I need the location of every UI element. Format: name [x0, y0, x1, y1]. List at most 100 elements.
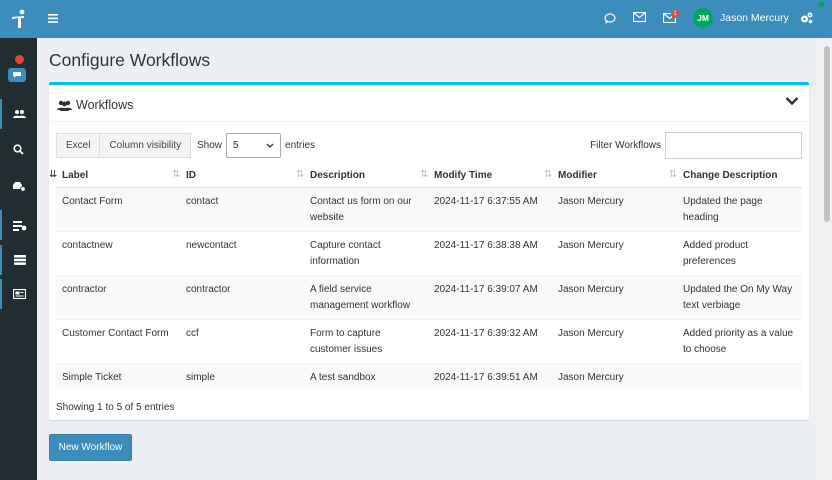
cell-description: A field service management workflow — [304, 275, 428, 319]
cell-change-description: Updated the page heading — [677, 187, 802, 231]
cell-modifier: Jason Mercury — [552, 363, 677, 391]
car-settings-icon — [12, 181, 26, 192]
cell-id: simple — [180, 363, 304, 391]
cell-modifier: Jason Mercury — [552, 187, 677, 231]
page-length-select[interactable]: 5 — [226, 133, 282, 158]
cell-modifier: Jason Mercury — [558, 239, 624, 251]
workflows-box: Workflows Excel Column visibility Show 5… — [49, 82, 809, 420]
logo-icon — [11, 9, 24, 28]
page-title: Configure Workflows — [49, 50, 211, 70]
page-length-control: Show 5 entries — [197, 133, 315, 158]
cell-description: Form to capture customer issues — [310, 327, 383, 355]
column-header-description[interactable]: ⇅ Description — [296, 164, 428, 188]
table-row[interactable]: Simple Ticket simple A test sandbox 2024… — [56, 363, 802, 391]
user-name: Jason Mercury — [720, 12, 789, 24]
cell-modify-time: 2024-11-17 6:37:55 AM — [428, 187, 552, 231]
user-menu[interactable]: JM Jason Mercury — [693, 8, 789, 28]
sidebar-item-search[interactable] — [0, 134, 37, 164]
column-header-label[interactable]: ⇊ Label — [49, 164, 180, 188]
export-buttons: Excel Column visibility — [56, 133, 192, 158]
cell-change-description: Added priority as a value to choose — [683, 327, 794, 355]
column-label: ID — [186, 169, 196, 181]
cell-id: ccf — [186, 327, 199, 339]
column-header-modify-time[interactable]: ⇅ Modify Time — [420, 164, 552, 188]
workflows-table: ⇊ Label ⇅ ID ⇅ Description ⇅ Modify Time ⇅ Mo… — [49, 164, 802, 391]
sidebar — [0, 0, 37, 480]
sidebar-item-lists[interactable] — [0, 245, 37, 275]
filter-label: Filter Workflows — [590, 140, 661, 151]
status-dot — [15, 55, 24, 64]
page-length-value: 5 — [233, 140, 239, 151]
sidebar-item-reports[interactable] — [0, 279, 37, 309]
filter-control: Filter Workflows — [590, 132, 802, 159]
chevron-down-icon[interactable] — [785, 96, 799, 109]
column-label: Change Description — [683, 169, 778, 181]
cell-label[interactable]: contractor — [56, 275, 180, 319]
box-title-text: Workflows — [76, 98, 134, 112]
column-label: Description — [310, 169, 366, 181]
sort-icon: ⇅ — [296, 169, 305, 180]
chat-icon[interactable] — [8, 68, 26, 82]
box-header: Workflows — [49, 85, 809, 122]
cell-label[interactable]: Simple Ticket — [56, 363, 180, 391]
chevron-down-icon — [266, 143, 274, 148]
sidebar-item-workflows[interactable] — [0, 210, 37, 240]
sort-icon: ⇅ — [420, 169, 429, 180]
app-logo[interactable] — [0, 0, 37, 38]
chat-bubble-icon[interactable] — [604, 13, 616, 27]
notification-badge: 1 — [671, 10, 679, 18]
mail-icon[interactable] — [632, 11, 647, 26]
online-indicator — [819, 2, 824, 7]
scroll-thumb[interactable] — [824, 46, 830, 222]
cell-label[interactable]: contactnew — [56, 231, 180, 275]
cell-description: A test sandbox — [304, 363, 428, 391]
show-label: Show — [197, 140, 223, 151]
column-header-id[interactable]: ⇅ ID — [172, 164, 304, 188]
page-scrollbar[interactable] — [822, 38, 832, 480]
cell-modifier: Jason Mercury — [558, 327, 624, 339]
filter-input[interactable] — [665, 132, 802, 159]
list-settings-icon — [12, 220, 26, 231]
sort-icon: ⇅ — [544, 169, 553, 180]
cell-change-description: Added product preferences — [683, 239, 749, 267]
settings-gears-icon[interactable] — [800, 12, 813, 27]
cell-modify-time: 2024-11-17 6:39:51 AM — [428, 363, 552, 391]
box-title: Workflows — [57, 98, 133, 112]
cell-id: contractor — [180, 275, 304, 319]
sort-desc-icon: ⇊ — [49, 169, 58, 180]
column-header-change-description[interactable]: ⇅ Change Description — [669, 164, 802, 188]
sort-icon: ⇅ — [172, 169, 181, 180]
cell-id: contact — [180, 187, 304, 231]
column-label: Label — [62, 169, 89, 181]
column-label: Modify Time — [434, 169, 493, 181]
avatar: JM — [693, 8, 713, 28]
new-workflow-button[interactable]: New Workflow — [49, 434, 132, 461]
excel-button[interactable]: Excel — [56, 133, 101, 158]
table-row[interactable]: contactnew newcontact Capture contact in… — [56, 231, 802, 275]
hamburger-menu-icon[interactable] — [48, 14, 58, 26]
users-icon — [57, 100, 72, 111]
table-row[interactable]: Customer Contact Form ccf Form to captur… — [56, 319, 802, 363]
server-icon — [13, 255, 26, 265]
sidebar-item-vehicle[interactable] — [0, 171, 37, 201]
cell-label[interactable]: Contact Form — [56, 187, 180, 231]
column-header-modifier[interactable]: ⇅ Modifier — [544, 164, 677, 188]
cell-id: newcontact — [186, 239, 237, 251]
top-navbar: 1 JM Jason Mercury — [37, 0, 832, 38]
cell-modify-time: 2024-11-17 6:39:32 AM — [434, 327, 538, 339]
column-label: Modifier — [558, 169, 597, 181]
column-visibility-button[interactable]: Column visibility — [100, 133, 192, 158]
sidebar-item-users[interactable] — [0, 99, 37, 129]
cell-description: Capture contact information — [310, 239, 381, 267]
cell-modifier: Jason Mercury — [552, 275, 677, 319]
cell-change-description: Updated the On My Way text verbiage — [677, 275, 802, 319]
search-icon — [13, 143, 24, 155]
table-row[interactable]: Contact Form contact Contact us form on … — [56, 187, 802, 231]
cell-label[interactable]: Customer Contact Form — [56, 319, 180, 363]
sort-icon: ⇅ — [669, 169, 678, 180]
table-row[interactable]: contractor contractor A field service ma… — [56, 275, 802, 319]
users-icon — [13, 110, 26, 118]
cell-change-description — [677, 363, 802, 391]
cell-modify-time: 2024-11-17 6:38:38 AM — [434, 239, 538, 251]
table-info: Showing 1 to 5 of 5 entries — [56, 402, 175, 413]
